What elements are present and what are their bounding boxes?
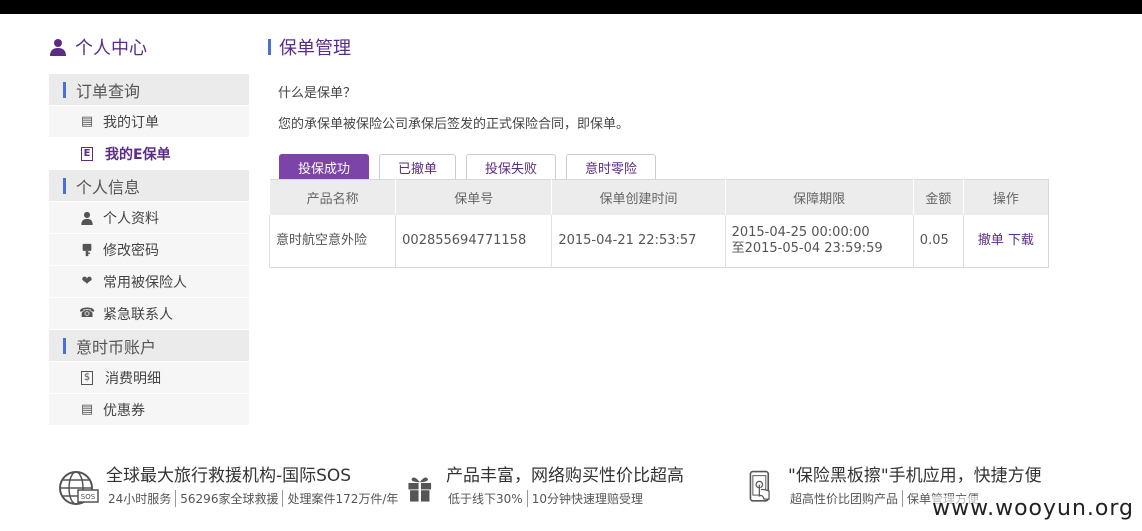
- download-link[interactable]: 下载: [1008, 233, 1034, 248]
- footer-sub: 超高性价比团购产品: [790, 492, 899, 506]
- policy-tabs: 投保成功 已撤单 投保失败 意时零险: [279, 154, 666, 180]
- header-policy-no: 保单号: [395, 179, 552, 215]
- section-bar: [63, 81, 66, 98]
- cell-policy-no: 002855694771158: [395, 214, 552, 268]
- key-icon: [82, 243, 92, 256]
- footer-block-products: 产品丰富，网络购买性价比超高 低于线下30% 10分钟快速理赔受理: [406, 458, 684, 508]
- header-period: 保障期限: [724, 179, 914, 215]
- footer-title: "保险黑板擦"手机应用，快捷方便: [788, 465, 1042, 486]
- footer-sub: 56296家全球救援: [175, 490, 282, 507]
- faq-question: 什么是保单？: [278, 86, 357, 101]
- phone-icon: ☎: [79, 306, 96, 321]
- section-label: 意时币账户: [76, 337, 157, 357]
- cell-created: 2015-04-21 22:53:57: [551, 214, 726, 268]
- section-bar: [63, 337, 66, 354]
- sidebar-item-label: 优惠券: [103, 402, 145, 419]
- sidebar-item-label: 我的E保单: [105, 146, 171, 163]
- sidebar-item-label: 我的订单: [103, 114, 159, 131]
- sidebar-item-emergency-contact[interactable]: ☎ 紧急联系人: [49, 298, 249, 330]
- sidebar-item-profile[interactable]: 个人资料: [49, 202, 249, 234]
- page-title-text: 保单管理: [279, 38, 351, 59]
- sidebar-item-label: 个人资料: [103, 210, 159, 227]
- document-icon: ▤: [80, 114, 94, 129]
- header-amount: 金额: [912, 179, 964, 215]
- user-icon: [81, 211, 93, 225]
- watermark: www.wooyun.org: [932, 496, 1134, 521]
- period-end: 至2015-05-04 23:59:59: [731, 240, 883, 256]
- sidebar: 个人中心 订单查询 ▤ 我的订单 E 我的E保单 个人信息 个人资料 修改密码 …: [49, 30, 249, 426]
- policy-table: 产品名称 保单号 保单创建时间 保障期限 金额 操作 意时航空意外险 00285…: [268, 179, 1049, 268]
- tab-success[interactable]: 投保成功: [279, 154, 370, 180]
- section-bar: [63, 177, 66, 194]
- section-coin-account[interactable]: 意时币账户: [49, 330, 249, 362]
- sidebar-item-coupons[interactable]: ▤ 优惠券: [49, 394, 249, 426]
- header-created: 保单创建时间: [551, 179, 726, 215]
- sidebar-item-change-password[interactable]: 修改密码: [49, 234, 249, 266]
- tab-failed[interactable]: 投保失败: [466, 154, 557, 180]
- sidebar-title-text: 个人中心: [75, 38, 147, 59]
- sidebar-item-label: 消费明细: [105, 370, 161, 387]
- header-actions: 操作: [962, 179, 1049, 215]
- e-policy-icon: E: [81, 146, 93, 161]
- footer-subs: 低于线下30% 10分钟快速理赔受理: [446, 490, 684, 507]
- section-label: 个人信息: [76, 177, 141, 197]
- faq-answer: 您的承保单被保险公司承保后签发的正式保险合同，即保单。: [278, 117, 630, 132]
- sidebar-item-label: 常用被保险人: [103, 274, 187, 291]
- dollar-icon: $: [81, 370, 93, 385]
- sidebar-item-label: 修改密码: [103, 242, 159, 259]
- cell-actions: 撤单 下载: [962, 214, 1049, 268]
- footer-sub: 处理案件172万件/年: [282, 490, 402, 507]
- sidebar-title: 个人中心: [49, 30, 249, 64]
- footer-title: 全球最大旅行救援机构-国际SOS: [106, 465, 352, 486]
- footer: SOS 全球最大旅行救援机构-国际SOS 24小时服务 56296家全球救援 处…: [0, 458, 1142, 531]
- top-bar: [0, 0, 1142, 14]
- tab-cancelled[interactable]: 已撤单: [379, 154, 457, 180]
- mobile-touch-icon: [749, 470, 770, 502]
- sidebar-item-spending-details[interactable]: $ 消费明细: [49, 362, 249, 394]
- cell-period: 2015-04-25 00:00:00 至2015-05-04 23:59:59: [724, 214, 914, 268]
- footer-subs: 24小时服务 56296家全球救援 处理案件172万件/年: [106, 490, 402, 507]
- cell-product: 意时航空意外险: [268, 214, 396, 268]
- sidebar-item-insured-persons[interactable]: ❤ 常用被保险人: [49, 266, 249, 298]
- footer-sub: 低于线下30%: [448, 492, 523, 506]
- coupon-icon: ▤: [80, 402, 94, 417]
- table-row: 意时航空意外险 002855694771158 2015-04-21 22:53…: [268, 214, 1049, 268]
- section-personal-info[interactable]: 个人信息: [49, 170, 249, 202]
- sidebar-item-label: 紧急联系人: [103, 306, 173, 323]
- table-header-row: 产品名称 保单号 保单创建时间 保障期限 金额 操作: [268, 179, 1049, 215]
- gift-icon: [408, 477, 432, 502]
- period-start: 2015-04-25 00:00:00: [731, 224, 870, 240]
- cancel-link[interactable]: 撤单: [978, 233, 1004, 248]
- tab-zero-risk[interactable]: 意时零险: [566, 154, 657, 180]
- heart-icon: ❤: [81, 274, 93, 289]
- sidebar-menu: 订单查询 ▤ 我的订单 E 我的E保单 个人信息 个人资料 修改密码 ❤ 常用被…: [49, 74, 249, 426]
- cell-amount: 0.05: [912, 214, 964, 268]
- footer-sub: 10分钟快速理赔受理: [526, 490, 647, 507]
- title-bar: [268, 39, 271, 55]
- sidebar-item-my-e-policy[interactable]: E 我的E保单: [49, 138, 249, 170]
- user-icon: [50, 39, 66, 56]
- page-title: 保单管理: [268, 30, 1050, 64]
- section-order-query[interactable]: 订单查询: [49, 74, 249, 106]
- sidebar-item-my-orders[interactable]: ▤ 我的订单: [49, 106, 249, 138]
- globe-sos-icon: SOS: [59, 471, 99, 505]
- main-content: 保单管理 什么是保单？ 您的承保单被保险公司承保后签发的正式保险合同，即保单。 …: [268, 30, 1050, 268]
- footer-sub: 24小时服务: [108, 492, 172, 506]
- footer-block-sos: SOS 全球最大旅行救援机构-国际SOS 24小时服务 56296家全球救援 处…: [58, 458, 402, 508]
- header-product: 产品名称: [268, 179, 396, 215]
- section-label: 订单查询: [76, 81, 141, 101]
- svg-text:SOS: SOS: [81, 493, 96, 501]
- footer-title: 产品丰富，网络购买性价比超高: [446, 465, 684, 486]
